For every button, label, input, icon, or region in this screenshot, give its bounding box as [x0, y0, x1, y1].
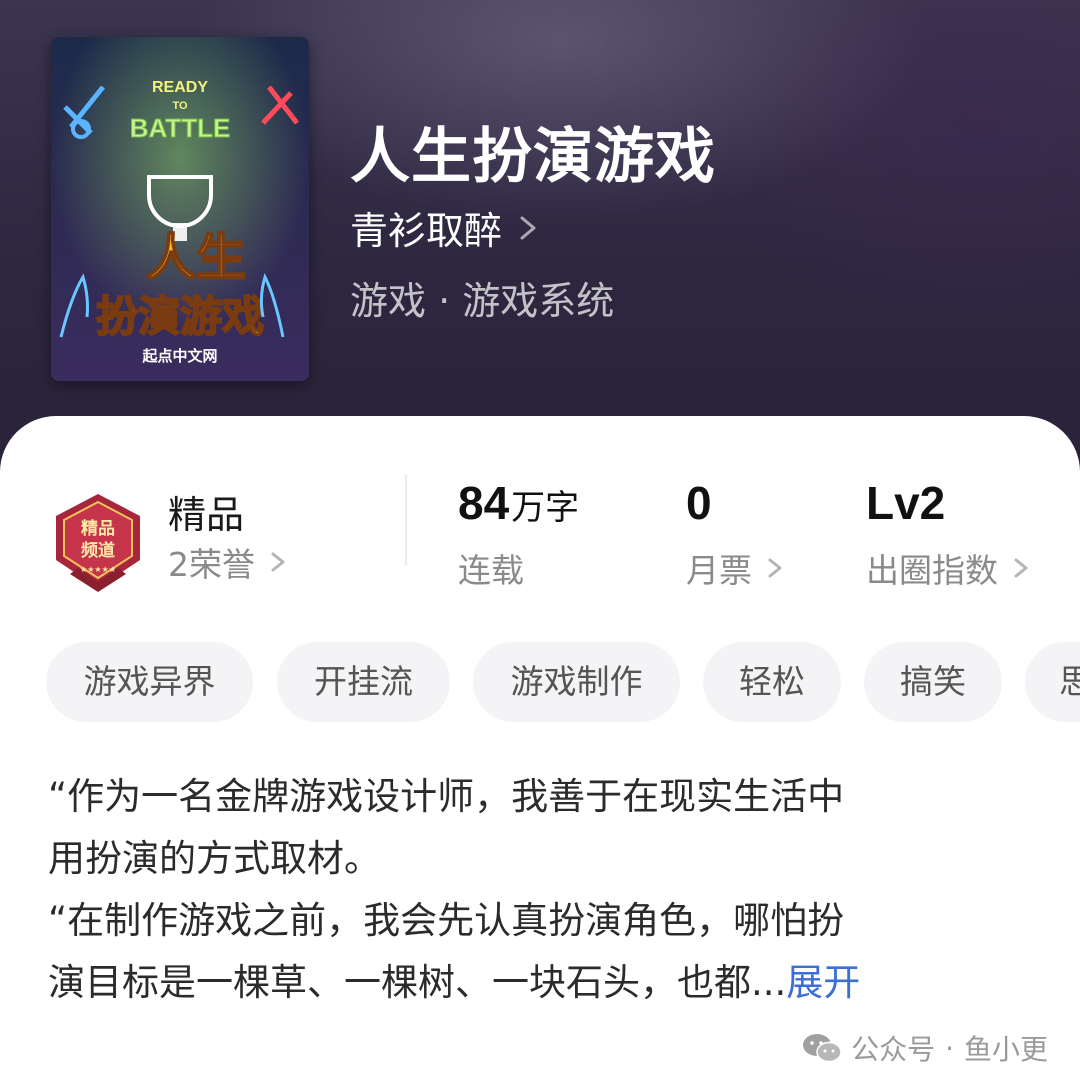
- synopsis-line: “作为一名金牌游戏设计师，我善于在现实生活中: [48, 775, 845, 818]
- svg-text:★★★★★: ★★★★★: [80, 565, 116, 574]
- tag-chip[interactable]: 轻松: [703, 642, 841, 722]
- serial-status-text: 连载: [458, 551, 524, 590]
- expand-synopsis-link[interactable]: 展开: [786, 961, 860, 1004]
- tag-chip[interactable]: 思: [1025, 642, 1080, 722]
- premium-channel-badge-icon[interactable]: 精品 频道 ★★★★★: [48, 488, 148, 598]
- genre-tags[interactable]: 游戏 · 游戏系统: [350, 270, 614, 325]
- monthly-votes-value: 0: [686, 477, 712, 529]
- book-cover[interactable]: READY TO BATTLE 人生 扮演游戏 起点中文网: [51, 37, 309, 381]
- synopsis-line: “在制作游戏之前，我会先认真扮演角色，哪怕扮: [48, 899, 845, 942]
- book-header: READY TO BATTLE 人生 扮演游戏 起点中文网 人生扮演游戏 青衫取…: [0, 0, 1080, 470]
- quality-label: 精品: [168, 493, 245, 537]
- monthly-votes-link[interactable]: 月票: [686, 544, 786, 592]
- source-watermark: 公众号 · 鱼小更: [801, 1028, 1048, 1068]
- book-synopsis: “作为一名金牌游戏设计师，我善于在现实生活中 用扮演的方式取材。 “在制作游戏之…: [48, 766, 1038, 1014]
- book-title: 人生扮演游戏: [350, 122, 716, 192]
- tag-chip[interactable]: 搞笑: [864, 642, 1002, 722]
- cover-title-line2: 扮演游戏: [96, 292, 264, 341]
- watermark-account: 公众号: [851, 1033, 936, 1066]
- word-count-number: 84: [458, 477, 510, 529]
- chevron-right-icon: [768, 558, 782, 578]
- svg-text:频道: 频道: [81, 540, 115, 561]
- cover-battle-text: BATTLE: [130, 113, 231, 143]
- word-count: 84万字: [458, 476, 579, 530]
- cover-publisher: 起点中文网: [141, 347, 217, 365]
- honors-link[interactable]: 2荣誉: [168, 538, 289, 586]
- synopsis-line: 演目标是一棵草、一棵树、一块石头，也都...展开: [48, 952, 1038, 1014]
- cover-to-text: TO: [172, 100, 188, 112]
- author-link[interactable]: 青衫取醉: [350, 200, 542, 255]
- influence-index-link[interactable]: 出圈指数: [866, 544, 1032, 592]
- author-name: 青衫取醉: [350, 209, 503, 253]
- synopsis-line: 用扮演的方式取材。: [48, 837, 381, 880]
- tag-chip[interactable]: 开挂流: [277, 642, 450, 722]
- honors-count: 2荣誉: [168, 545, 255, 584]
- watermark-name: 鱼小更: [963, 1033, 1048, 1066]
- cover-title-line1: 人生: [146, 229, 246, 287]
- book-info-card: 精品 频道 ★★★★★ 精品 2荣誉 84万字 连载 0 月票 Lv2 出圈指数…: [0, 416, 1080, 1092]
- tag-chip[interactable]: 游戏制作: [473, 642, 680, 722]
- influence-index-label: 出圈指数: [866, 551, 998, 590]
- serial-status: 连载: [458, 544, 524, 592]
- tag-chip[interactable]: 游戏异界: [46, 642, 253, 722]
- influence-index-value: Lv2: [866, 477, 946, 529]
- chevron-right-icon: [271, 552, 285, 572]
- word-count-unit: 万字: [511, 488, 580, 528]
- chevron-right-icon: [520, 216, 536, 239]
- monthly-votes-label: 月票: [686, 551, 752, 590]
- watermark-separator: ·: [945, 1031, 954, 1065]
- cover-ready-text: READY: [152, 79, 208, 96]
- wechat-icon: [803, 1034, 842, 1063]
- tag-list: 游戏异界 开挂流 游戏制作 轻松 搞笑 思: [46, 642, 1080, 722]
- synopsis-line-text: 演目标是一棵草、一棵树、一块石头，也都...: [48, 961, 787, 1004]
- svg-text:精品: 精品: [81, 518, 115, 539]
- chevron-right-icon: [1014, 558, 1028, 578]
- stats-divider: [405, 474, 407, 566]
